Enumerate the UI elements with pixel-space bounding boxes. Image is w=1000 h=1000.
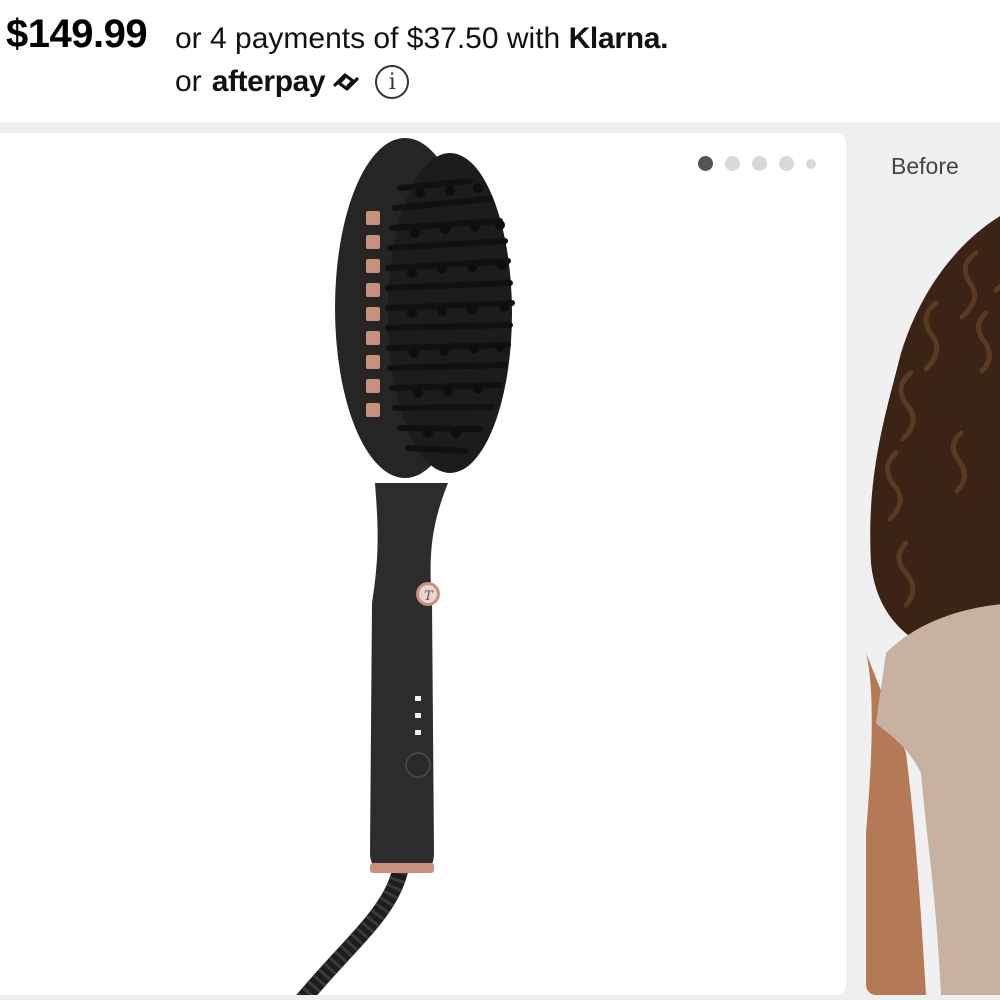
product-price: $149.99 — [6, 12, 148, 56]
price-header: $149.99 or 4 payments of $37.50 with Kla… — [0, 0, 1000, 122]
svg-text:T: T — [424, 589, 434, 604]
afterpay-prefix: or — [175, 65, 202, 98]
afterpay-logo: afterpay — [211, 65, 326, 98]
info-icon[interactable]: i — [375, 65, 410, 99]
klarna-installments[interactable]: or 4 payments of $37.50 with Klarna. — [175, 22, 668, 56]
installment-text: or 4 payments of $37.50 with — [175, 22, 569, 55]
hair-straightening-brush-image: T — [296, 138, 515, 995]
afterpay-arrows-icon — [329, 69, 363, 95]
afterpay-option[interactable]: or afterpay i — [175, 62, 410, 102]
before-model-photo — [866, 216, 1000, 995]
klarna-logo: Klarna. — [568, 22, 669, 55]
product-image-card[interactable]: T — [0, 133, 846, 995]
before-after-card[interactable]: Before — [866, 133, 1000, 995]
